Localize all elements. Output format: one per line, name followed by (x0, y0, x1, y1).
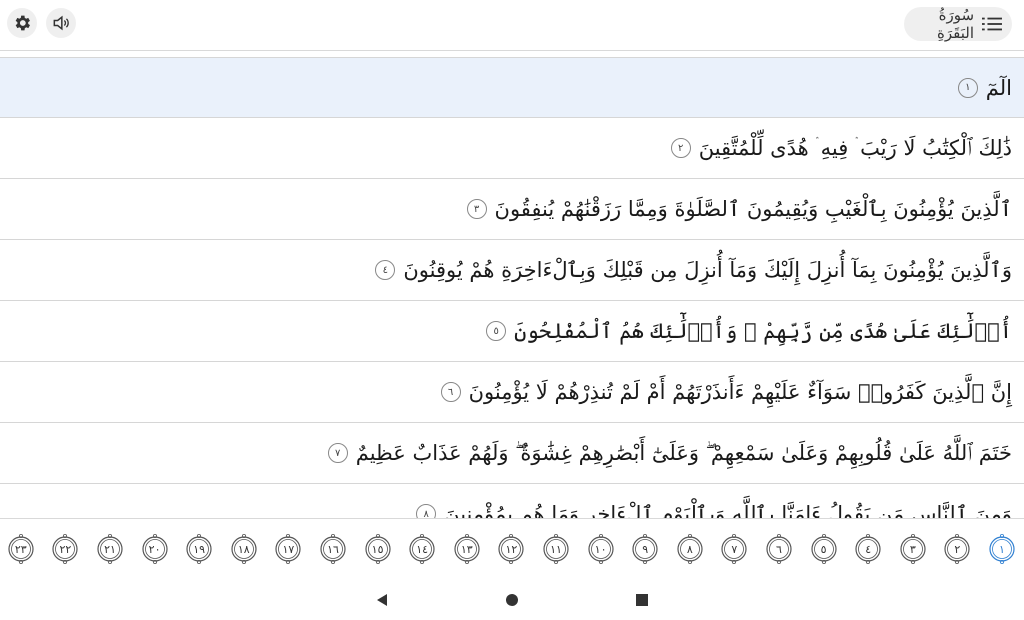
ayah-row[interactable]: ذَٰلِكَ ٱلْكِتَٰبُ لَا رَيْبَ ۛ فِيهِ ۛ … (0, 118, 1024, 179)
ayah-marker-10[interactable]: ١٠ (586, 533, 616, 565)
recents-icon (636, 594, 648, 606)
back-button[interactable] (374, 592, 390, 608)
ayah-row[interactable]: وَٱلَّذِينَ يُؤْمِنُونَ بِمَآ أُنزِلَ إِ… (0, 240, 1024, 301)
ayah-marker-number: ٢٣ (14, 542, 27, 556)
ayah-number-marker: ٧ (327, 443, 348, 463)
ayah-number-marker: ٢ (670, 138, 691, 158)
ayah-marker-11[interactable]: ١١ (541, 533, 571, 565)
ayah-marker-number: ٧ (731, 542, 738, 556)
ayah-marker-6[interactable]: ٦ (764, 533, 794, 565)
ayah-row[interactable]: ٱلَّذِينَ يُؤْمِنُونَ بِٱلْغَيْبِ وَيُقِ… (0, 179, 1024, 240)
ayah-marker-number: ٢٠ (148, 542, 161, 556)
recents-button[interactable] (634, 592, 650, 608)
ayah-marker-22[interactable]: ٢٢ (50, 533, 80, 565)
ayah-marker-number: ١٥ (371, 542, 384, 556)
gear-icon (15, 15, 30, 31)
back-icon (377, 594, 387, 606)
system-nav-bar (0, 580, 1024, 620)
ayah-text: الٓمٓ (985, 75, 1012, 100)
ayah-marker-19[interactable]: ١٩ (184, 533, 214, 565)
ayah-marker-9[interactable]: ٩ (630, 533, 660, 565)
ayah-marker-number: ٣ (909, 542, 916, 556)
ayah-marker-number: ٢١ (104, 542, 116, 556)
ayah-number-marker: ٦ (440, 382, 461, 402)
ayah-marker-number: ٨ (686, 542, 693, 556)
ayah-text: خَتَمَ ٱللَّهُ عَلَىٰ قُلُوبِهِمْ وَعَلَ… (355, 440, 1012, 465)
ayah-row[interactable]: وَمِنَ ٱلنَّاسِ مَن يَقُولُ ءَامَنَّا بِ… (0, 484, 1024, 518)
audio-button[interactable] (46, 8, 76, 38)
ayah-number-marker: ٣ (466, 199, 487, 219)
ayah-marker-number: ١٣ (460, 542, 473, 556)
ayah-marker-1[interactable]: ١ (987, 533, 1017, 565)
ayah-marker-5[interactable]: ٥ (809, 533, 839, 565)
ayah-marker-number: ٥ (820, 542, 827, 556)
ayah-marker-number: ١٦ (327, 542, 339, 556)
ayah-marker-4[interactable]: ٤ (853, 533, 883, 565)
ayah-text: أُو۟لَٰٓئِكَ عَلَىٰ هُدًى مِّن رَّبِّهِم… (514, 319, 1012, 343)
ayah-marker-18[interactable]: ١٨ (229, 533, 259, 565)
ayah-text: وَٱلَّذِينَ يُؤْمِنُونَ بِمَآ أُنزِلَ إِ… (403, 258, 1012, 282)
ayah-marker-14[interactable]: ١٤ (407, 533, 437, 565)
ayah-marker-21[interactable]: ٢١ (95, 533, 125, 565)
ayah-marker-17[interactable]: ١٧ (273, 533, 303, 565)
ayah-number-marker: ١ (957, 77, 978, 98)
ayah-row[interactable]: الٓمٓ ١ (0, 57, 1024, 118)
ayah-marker-20[interactable]: ٢٠ (140, 533, 170, 565)
ayah-marker-number: ١٢ (505, 542, 518, 556)
top-bar: سُورَةُ البَقَرَةِ (0, 0, 1024, 51)
ayah-number-marker: ٨ (416, 504, 437, 518)
settings-button[interactable] (7, 8, 37, 38)
ayah-text: ذَٰلِكَ ٱلْكِتَٰبُ لَا رَيْبَ ۛ فِيهِ ۛ … (698, 135, 1012, 160)
ayah-marker-2[interactable]: ٢ (942, 533, 972, 565)
ayah-list[interactable]: الٓمٓ ١ ذَٰلِكَ ٱلْكِتَٰبُ لَا رَيْبَ ۛ … (0, 57, 1024, 518)
ayah-number-marker: ٥ (486, 321, 507, 341)
ayah-marker-16[interactable]: ١٦ (318, 533, 348, 565)
ayah-text: وَمِنَ ٱلنَّاسِ مَن يَقُولُ ءَامَنَّا بِ… (444, 502, 1012, 518)
ayah-marker-8[interactable]: ٨ (675, 533, 705, 565)
ayah-marker-number: ٤ (865, 542, 872, 556)
ayah-marker-3[interactable]: ٣ (898, 533, 928, 565)
ayah-marker-13[interactable]: ١٣ (452, 533, 482, 565)
ayah-marker-number: ٦ (776, 542, 782, 556)
ayah-marker-7[interactable]: ٧ (719, 533, 749, 565)
ayah-row[interactable]: إِنَّ ٱلَّذِينَ كَفَرُوا۟ سَوَآءٌ عَلَيْ… (0, 362, 1024, 423)
ayah-marker-number: ١ (999, 542, 1005, 556)
ayah-marker-12[interactable]: ١٢ (496, 533, 526, 565)
ayah-text: إِنَّ ٱلَّذِينَ كَفَرُوا۟ سَوَآءٌ عَلَيْ… (468, 380, 1012, 404)
home-icon (506, 594, 518, 606)
ayah-row[interactable]: أُو۟لَٰٓئِكَ عَلَىٰ هُدًى مِّن رَّبِّهِم… (0, 301, 1024, 362)
ayah-text: ٱلَّذِينَ يُؤْمِنُونَ بِٱلْغَيْبِ وَيُقِ… (494, 197, 1012, 221)
ayah-marker-number: ١٤ (416, 542, 429, 556)
ayah-marker-number: ١١ (550, 542, 562, 556)
ayah-number-marker: ٤ (375, 260, 396, 280)
ayah-marker-15[interactable]: ١٥ (363, 533, 393, 565)
ayah-marker-number: ٢٢ (59, 542, 72, 556)
surah-selector[interactable]: سُورَةُ البَقَرَةِ (904, 6, 1012, 42)
ayah-row[interactable]: خَتَمَ ٱللَّهُ عَلَىٰ قُلُوبِهِمْ وَعَلَ… (0, 423, 1024, 484)
speaker-icon (53, 15, 69, 31)
ayah-marker-number: ٩ (642, 542, 649, 556)
ayah-marker-number: ١٠ (594, 542, 607, 556)
ayah-marker-number: ١٨ (237, 542, 250, 556)
ayah-marker-23[interactable]: ٢٣ (6, 533, 36, 565)
ayah-marker-number: ١٧ (282, 542, 295, 556)
ayah-marker-number: ٢ (954, 542, 961, 556)
ayah-marker-number: ١٩ (193, 542, 206, 556)
home-button[interactable] (504, 592, 520, 608)
menu-icon (982, 17, 1002, 31)
ayah-number-strip[interactable]: ١ ٢ ٣ ٤ ٥ ٦ ٧ ٨ ٩ ١٠ ١١ ١٢ ١٣ ١٤ ١٥ ١٦ ١٧ ١٨ ١٩ ٢٠ ٢١ ٢٢ ٢٣ (0, 518, 1024, 581)
surah-title: سُورَةُ البَقَرَةِ (937, 6, 975, 42)
